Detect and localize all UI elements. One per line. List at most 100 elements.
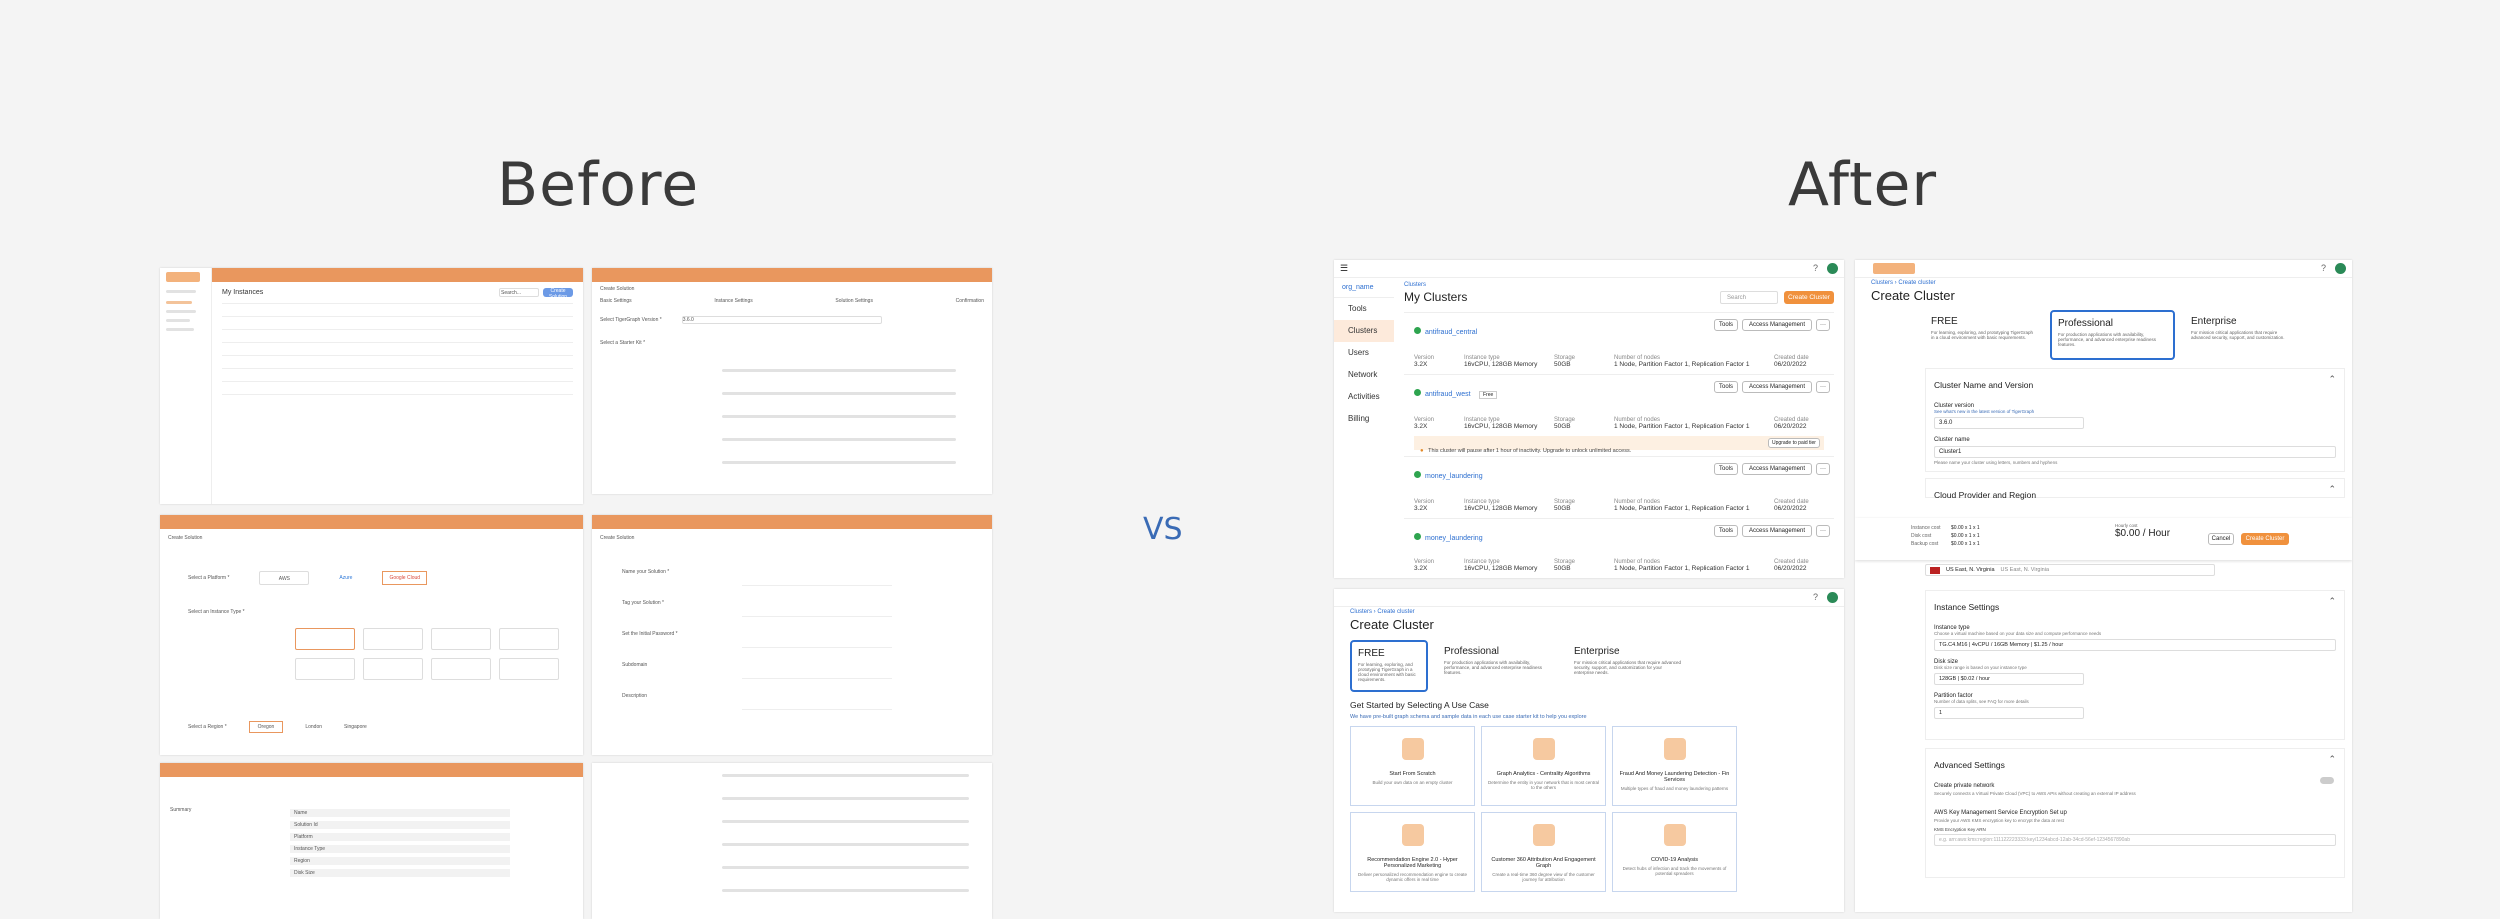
chevron-up-icon[interactable]: ⌃ bbox=[2328, 754, 2336, 765]
kms-input[interactable]: e.g. arn:aws:kms:region:111122223333:key… bbox=[1934, 834, 2336, 846]
region-oregon[interactable]: Oregon bbox=[248, 721, 284, 733]
more-icon[interactable]: ··· bbox=[1816, 319, 1830, 331]
tier-professional[interactable]: Professional For production applications … bbox=[2050, 310, 2175, 360]
instance-grid[interactable] bbox=[295, 628, 559, 680]
usecase-card[interactable]: Customer 360 Attribution And Engagement … bbox=[1481, 812, 1606, 892]
chevron-up-icon[interactable]: ⌃ bbox=[2328, 596, 2336, 607]
search-input[interactable]: Search bbox=[1720, 290, 1778, 304]
cluster-name[interactable]: antifraud_central bbox=[1425, 329, 1477, 336]
tier-free[interactable]: FREE For learning, exploring, and prototy… bbox=[1925, 310, 2040, 360]
avatar[interactable] bbox=[1827, 263, 1838, 274]
new-button[interactable]: Create Solution bbox=[543, 288, 573, 300]
chevron-up-icon[interactable]: ⌃ bbox=[2328, 374, 2336, 385]
summary-row: Solution Id bbox=[290, 821, 510, 829]
page-title: My Instances bbox=[222, 289, 264, 296]
tier-enterprise[interactable]: Enterprise For mission critical applicat… bbox=[1568, 640, 1688, 692]
access-management-button[interactable]: Access Management bbox=[1742, 525, 1812, 537]
instance-type-select[interactable]: TG.C4.M16 | 4vCPU / 16GB Memory | $1.25 … bbox=[1934, 639, 2336, 651]
nav-network[interactable]: Network bbox=[1334, 364, 1394, 386]
version-select[interactable]: 3.6.0 bbox=[1934, 417, 2084, 429]
cluster-name[interactable]: money_laundering bbox=[1425, 473, 1483, 480]
upgrade-button[interactable]: Upgrade to paid tier bbox=[1768, 438, 1820, 448]
region-select[interactable]: US East, N. Virginia US East, N. Virgini… bbox=[1925, 564, 2215, 576]
cluster-name-input[interactable]: Cluster1 bbox=[1934, 446, 2336, 458]
partition-select[interactable]: 1 bbox=[1934, 707, 2084, 719]
platform-aws[interactable]: AWS bbox=[259, 571, 310, 585]
breadcrumb[interactable]: Clusters › Create cluster bbox=[1350, 609, 1828, 615]
card-title: Customer 360 Attribution And Engagement … bbox=[1491, 857, 1596, 869]
step: Basic Settings bbox=[600, 298, 632, 304]
cluster-card[interactable]: money_laundering Tools Access Management… bbox=[1404, 456, 1834, 518]
us-flag-icon bbox=[1930, 567, 1940, 574]
help-icon[interactable]: ? bbox=[1813, 263, 1818, 273]
more-icon[interactable]: ··· bbox=[1816, 525, 1830, 537]
version-select[interactable]: 3.6.0 bbox=[681, 316, 882, 324]
version-hint[interactable]: See what's new in the latest version of … bbox=[1934, 409, 2336, 414]
platform-azure[interactable]: Azure bbox=[339, 575, 352, 581]
tier-desc: For production applications with availab… bbox=[1444, 660, 1543, 675]
tools-button[interactable]: Tools bbox=[1714, 525, 1738, 537]
help-icon[interactable]: ? bbox=[2321, 263, 2326, 273]
tier-desc: For learning, exploring, and prototyping… bbox=[1931, 330, 2034, 340]
create-cluster-button[interactable]: Create Cluster bbox=[2241, 533, 2289, 545]
help-icon[interactable]: ? bbox=[1813, 592, 1818, 602]
section-advanced: Advanced Settings ⌃ Create private netwo… bbox=[1925, 748, 2345, 878]
nav-billing[interactable]: Billing bbox=[1334, 408, 1394, 430]
search-input[interactable]: Search... bbox=[499, 288, 539, 297]
cell: 3.2X bbox=[1414, 565, 1428, 572]
cluster-card[interactable]: antifraud_west Free Tools Access Managem… bbox=[1404, 374, 1834, 456]
nav-clusters[interactable]: Clusters bbox=[1334, 320, 1394, 342]
private-network-toggle[interactable] bbox=[2320, 777, 2334, 784]
usecase-card[interactable]: Start From Scratch Build your own data on… bbox=[1350, 726, 1475, 806]
tools-button[interactable]: Tools bbox=[1714, 319, 1738, 331]
usecase-subtitle: We have pre-built graph schema and sampl… bbox=[1350, 714, 1587, 720]
card-title: Graph Analytics - Centrality Algorithms bbox=[1496, 771, 1591, 777]
access-management-button[interactable]: Access Management bbox=[1742, 463, 1812, 475]
breadcrumb[interactable]: Clusters bbox=[1404, 282, 1834, 288]
cluster-name[interactable]: antifraud_west bbox=[1425, 391, 1471, 398]
tier-name: Professional bbox=[1444, 646, 1500, 657]
menu-icon[interactable]: ☰ bbox=[1340, 263, 1348, 274]
tier-desc: For learning, exploring, and prototyping… bbox=[1358, 662, 1416, 682]
tools-button[interactable]: Tools bbox=[1714, 381, 1738, 393]
org-name[interactable]: org_name bbox=[1334, 278, 1394, 297]
breadcrumb[interactable]: Clusters › Create cluster bbox=[1871, 280, 2336, 286]
tier-professional[interactable]: Professional For production applications… bbox=[1438, 640, 1558, 692]
tier-free[interactable]: FREE For learning, exploring, and protot… bbox=[1350, 640, 1428, 692]
sidebar bbox=[160, 268, 212, 504]
platform-gcp[interactable]: Google Cloud bbox=[382, 571, 428, 585]
cell: 50GB bbox=[1554, 361, 1571, 368]
usecase-card[interactable]: Recommendation Engine 2.0 - Hyper Person… bbox=[1350, 812, 1475, 892]
cancel-button[interactable]: Cancel bbox=[2208, 533, 2234, 545]
cluster-card[interactable]: money_laundering Tools Access Management… bbox=[1404, 518, 1834, 572]
nav-activities[interactable]: Activities bbox=[1334, 386, 1394, 408]
tier-name: Enterprise bbox=[1574, 646, 1620, 657]
cell: 06/20/2022 bbox=[1774, 361, 1807, 368]
region-singapore[interactable]: Singapore bbox=[344, 724, 367, 730]
step: Confirmation bbox=[955, 298, 984, 304]
access-management-button[interactable]: Access Management bbox=[1742, 319, 1812, 331]
nav-tools[interactable]: Tools bbox=[1334, 298, 1394, 320]
cluster-card[interactable]: antifraud_central Tools Access Managemen… bbox=[1404, 312, 1834, 374]
more-icon[interactable]: ··· bbox=[1816, 381, 1830, 393]
usecase-card[interactable]: COVID-19 Analysis Detect hubs of infectio… bbox=[1612, 812, 1737, 892]
more-icon[interactable]: ··· bbox=[1816, 463, 1830, 475]
tools-button[interactable]: Tools bbox=[1714, 463, 1738, 475]
avatar[interactable] bbox=[2335, 263, 2346, 274]
access-management-button[interactable]: Access Management bbox=[1742, 381, 1812, 393]
card-sub: Create a real-time 360 degree view of th… bbox=[1492, 872, 1595, 882]
cell: 50GB bbox=[1554, 505, 1571, 512]
create-cluster-button[interactable]: Create Cluster bbox=[1784, 290, 1834, 304]
region-value: US East, N. Virginia bbox=[1946, 567, 1995, 573]
region-london[interactable]: London bbox=[305, 724, 322, 730]
page-title: Create Solution bbox=[600, 286, 635, 292]
usecase-card[interactable]: Graph Analytics - Centrality Algorithms D… bbox=[1481, 726, 1606, 806]
usecase-card[interactable]: Fraud And Money Laundering Detection - F… bbox=[1612, 726, 1737, 806]
instance-label: Select an Instance Type * bbox=[188, 609, 245, 615]
cluster-name[interactable]: money_laundering bbox=[1425, 535, 1483, 542]
chevron-up-icon[interactable]: ⌃ bbox=[2328, 484, 2336, 495]
avatar[interactable] bbox=[1827, 592, 1838, 603]
nav-users[interactable]: Users bbox=[1334, 342, 1394, 364]
tier-enterprise[interactable]: Enterprise For mission critical applicati… bbox=[2185, 310, 2300, 360]
disk-size-select[interactable]: 128GB | $0.02 / hour bbox=[1934, 673, 2084, 685]
